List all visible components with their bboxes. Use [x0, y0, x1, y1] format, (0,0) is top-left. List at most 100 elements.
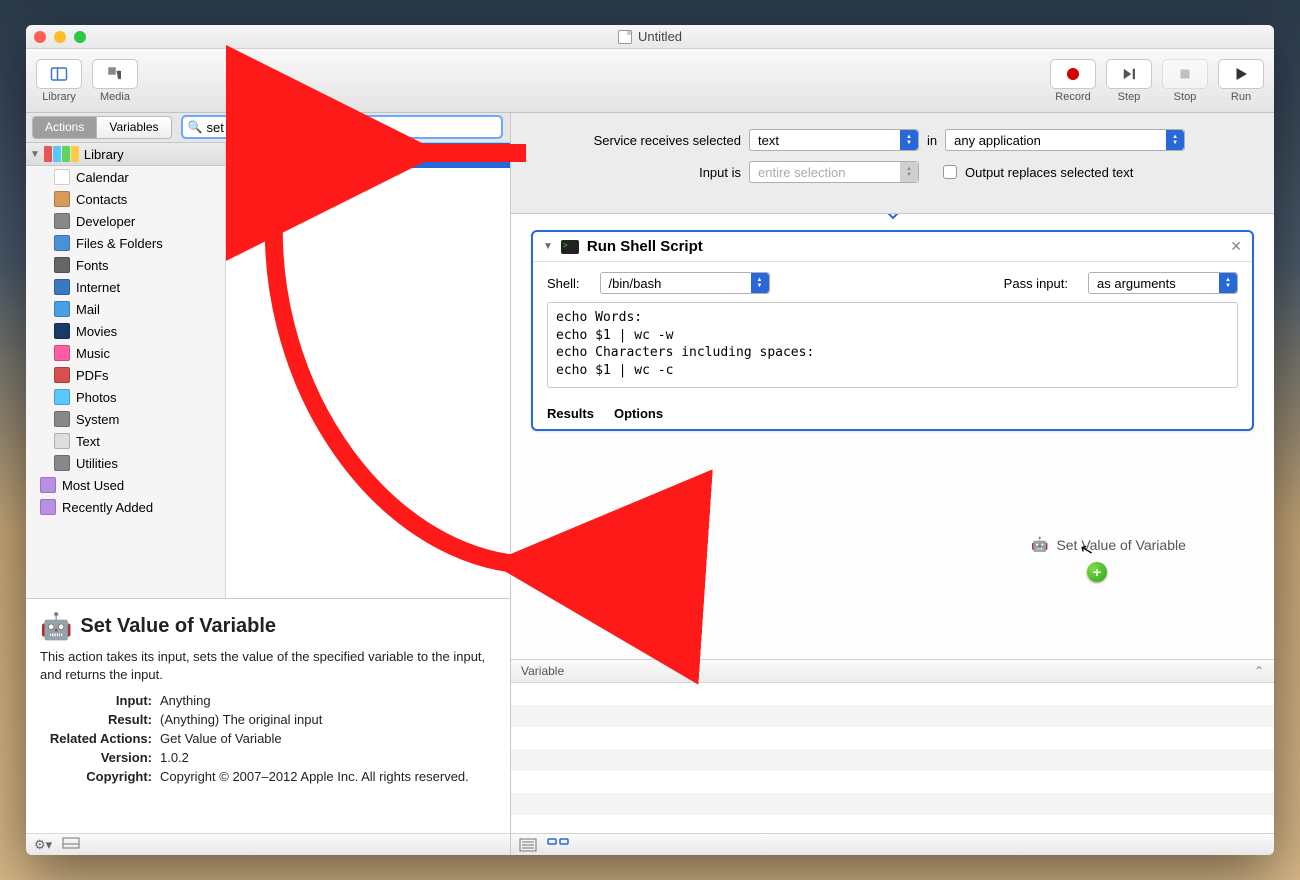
smart-folder-icon [40, 477, 56, 493]
zoom-window-button[interactable] [74, 31, 86, 43]
disclosure-triangle-icon[interactable]: ▼ [543, 241, 553, 252]
description-body: This action takes its input, sets the va… [40, 648, 496, 683]
service-config-panel: Service receives selected text▲▼ in any … [511, 113, 1274, 214]
tree-item[interactable]: Fonts [26, 254, 225, 276]
workflow-canvas[interactable]: ▼ Run Shell Script ✕ Shell: /bin/bash▲▼ [511, 214, 1274, 659]
disclosure-triangle-icon[interactable]: ▼ [30, 149, 40, 160]
desc-value: 1.0.2 [160, 750, 496, 765]
smart-folder-item[interactable]: Most Used [26, 474, 225, 496]
category-icon [54, 323, 70, 339]
desc-value: Copyright © 2007–2012 Apple Inc. All rig… [160, 769, 496, 784]
description-footer: ⚙︎▾ [26, 833, 510, 855]
tree-item[interactable]: Files & Folders [26, 232, 225, 254]
media-button[interactable]: Media [92, 59, 138, 103]
library-toggle-button[interactable]: Library [36, 59, 82, 103]
window-title: Untitled [638, 29, 682, 44]
action-run-shell-script[interactable]: ▼ Run Shell Script ✕ Shell: /bin/bash▲▼ [531, 230, 1254, 431]
category-icon [54, 279, 70, 295]
desc-key: Input: [40, 693, 160, 708]
document-icon [618, 30, 632, 44]
desc-key: Version: [40, 750, 160, 765]
category-icon [54, 213, 70, 229]
shell-label: Shell: [547, 276, 580, 291]
category-icon [54, 301, 70, 317]
automator-action-icon: 🤖 [1031, 536, 1048, 553]
plus-badge-icon: + [1087, 562, 1107, 582]
tree-item[interactable]: Photos [26, 386, 225, 408]
smart-folder-icon [40, 499, 56, 515]
tab-variables[interactable]: Variables [97, 117, 170, 138]
category-icon [54, 345, 70, 361]
tree-item[interactable]: Mail [26, 298, 225, 320]
action-results-tab[interactable]: Results [547, 406, 594, 421]
smart-folder-item[interactable]: Recently Added [26, 496, 225, 518]
library-tree[interactable]: ▼ Library CalendarContactsDeveloperFiles… [26, 143, 226, 598]
tree-item[interactable]: Internet [26, 276, 225, 298]
select-pass-input[interactable]: as arguments▲▼ [1088, 272, 1238, 294]
select-input-scope[interactable]: entire selection▲▼ [749, 161, 919, 183]
tree-item[interactable]: System [26, 408, 225, 430]
desc-value: (Anything) The original input [160, 712, 496, 727]
tree-item[interactable]: Developer [26, 210, 225, 232]
stop-button[interactable]: Stop [1162, 59, 1208, 103]
tree-item[interactable]: PDFs [26, 364, 225, 386]
select-input-type[interactable]: text▲▼ [749, 129, 919, 151]
library-tab-row: Actions Variables 🔍 [26, 113, 510, 143]
desc-key: Result: [40, 712, 160, 727]
desc-key: Related Actions: [40, 731, 160, 746]
action-title: Run Shell Script [587, 238, 703, 255]
config-label-output-replaces: Output replaces selected text [965, 165, 1133, 180]
search-input[interactable] [182, 116, 503, 138]
drag-ghost: 🤖 Set Value of Variable [1031, 536, 1186, 553]
canvas-footer [511, 833, 1274, 855]
select-application[interactable]: any application▲▼ [945, 129, 1185, 151]
minimize-window-button[interactable] [54, 31, 66, 43]
toggle-description-icon[interactable] [62, 837, 80, 852]
library-books-icon [44, 146, 80, 162]
action-options-tab[interactable]: Options [614, 406, 663, 421]
gear-icon[interactable]: ⚙︎▾ [34, 837, 52, 853]
automator-action-icon: 🤖 [234, 147, 251, 164]
tree-item[interactable]: Calendar [26, 166, 225, 188]
log-view-icon[interactable] [519, 838, 537, 852]
script-textarea[interactable]: echo Words: echo $1 | wc -w echo Charact… [547, 302, 1238, 388]
output-replaces-checkbox[interactable] [943, 165, 957, 179]
close-window-button[interactable] [34, 31, 46, 43]
pass-input-label: Pass input: [1004, 276, 1068, 291]
terminal-icon [561, 240, 579, 254]
step-button[interactable]: Step [1106, 59, 1152, 103]
titlebar: Untitled [26, 25, 1274, 49]
record-button[interactable]: Record [1050, 59, 1096, 103]
close-icon[interactable]: ✕ [1230, 238, 1242, 255]
desc-value: Anything [160, 693, 496, 708]
tree-item[interactable]: Text [26, 430, 225, 452]
variables-header: Variable [521, 664, 564, 678]
variables-table[interactable] [511, 683, 1274, 833]
tree-item[interactable]: Music [26, 342, 225, 364]
tree-item[interactable]: Movies [26, 320, 225, 342]
category-icon [54, 411, 70, 427]
search-icon: 🔍 [188, 120, 203, 134]
category-icon [54, 367, 70, 383]
window-controls [34, 31, 86, 43]
run-button[interactable]: Run [1218, 59, 1264, 103]
library-header[interactable]: ▼ Library [26, 143, 225, 166]
description-title: Set Value of Variable [80, 615, 276, 638]
toolbar: Library Media Record Step Stop Run [26, 49, 1274, 113]
category-icon [54, 235, 70, 251]
search-results-list[interactable]: 🤖 Set Value of Variable [226, 143, 510, 598]
automator-action-icon: 🤖 [40, 611, 72, 642]
chevron-up-icon[interactable]: ⌃ [1254, 664, 1264, 678]
category-icon [54, 257, 70, 273]
variables-panel[interactable]: Variable ⌃ [511, 659, 1274, 833]
tab-actions[interactable]: Actions [33, 117, 97, 138]
tree-item[interactable]: Contacts [26, 188, 225, 210]
tree-item[interactable]: Utilities [26, 452, 225, 474]
category-icon [54, 169, 70, 185]
category-icon [54, 433, 70, 449]
workflow-view-icon[interactable] [547, 838, 565, 852]
category-icon [54, 455, 70, 471]
select-shell[interactable]: /bin/bash▲▼ [600, 272, 770, 294]
action-description-pane: 🤖 Set Value of Variable This action take… [26, 598, 510, 833]
result-row-selected[interactable]: 🤖 Set Value of Variable [226, 143, 510, 168]
